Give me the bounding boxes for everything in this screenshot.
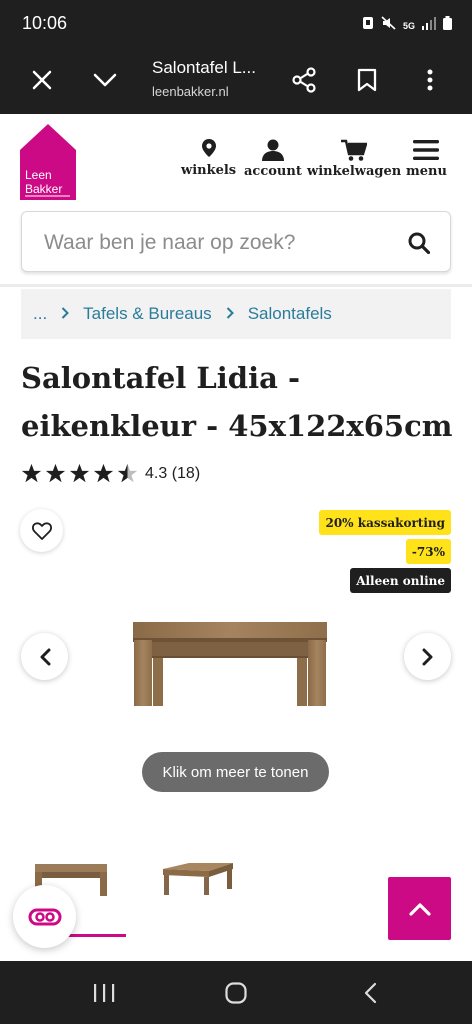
url-domain: leenbakker.nl bbox=[152, 84, 229, 99]
recent-apps-button[interactable] bbox=[89, 979, 119, 1007]
heart-icon bbox=[31, 521, 52, 540]
product-title-line1: Salontafel Lidia - bbox=[21, 361, 301, 395]
nav-menu-label: menu bbox=[406, 164, 447, 179]
search-placeholder: Waar ben je naar op zoek? bbox=[44, 231, 296, 254]
status-bar: 10:06 5G bbox=[0, 0, 472, 46]
leen-bakker-logo[interactable]: Leen Bakker bbox=[20, 124, 76, 200]
notification-icon bbox=[362, 16, 374, 35]
share-button[interactable] bbox=[282, 58, 326, 102]
bookmark-icon bbox=[357, 68, 377, 92]
star-icon bbox=[93, 463, 114, 483]
status-time: 10:06 bbox=[22, 13, 68, 33]
home-icon bbox=[225, 982, 247, 1004]
star-icon bbox=[69, 463, 90, 483]
site-header: Leen Bakker winkels account winkelwagen … bbox=[0, 114, 472, 212]
mute-icon bbox=[381, 16, 396, 35]
logo-text-leen: Leen bbox=[25, 168, 52, 182]
nav-winkelwagen[interactable]: winkelwagen bbox=[307, 139, 401, 179]
nav-winkels[interactable]: winkels bbox=[181, 139, 236, 178]
status-icons: 5G bbox=[362, 16, 452, 35]
logo-text-bakker: Bakker bbox=[25, 182, 62, 196]
carousel-prev-button[interactable] bbox=[21, 633, 68, 680]
online-only-badge: Alleen online bbox=[350, 568, 451, 593]
product-title: Salontafel Lidia - eikenkleur - 45x122x6… bbox=[21, 354, 461, 450]
chat-button[interactable] bbox=[13, 885, 76, 948]
home-button[interactable] bbox=[221, 979, 251, 1007]
chevron-right-icon bbox=[422, 648, 432, 665]
show-more-button[interactable]: Klik om meer te tonen bbox=[142, 752, 329, 792]
carousel-next-button[interactable] bbox=[404, 633, 451, 680]
network-label: 5G bbox=[402, 20, 415, 31]
back-icon bbox=[364, 982, 377, 1004]
nav-account[interactable]: account bbox=[244, 139, 302, 179]
breadcrumb: ... Tafels & Bureaus Salontafels bbox=[21, 289, 451, 339]
nav-account-label: account bbox=[244, 164, 302, 179]
chevron-up-icon bbox=[408, 902, 431, 916]
product-image[interactable] bbox=[131, 620, 329, 708]
user-icon bbox=[261, 139, 284, 161]
hamburger-icon bbox=[413, 140, 440, 160]
battery-icon bbox=[443, 16, 452, 35]
breadcrumb-ellipsis[interactable]: ... bbox=[33, 304, 47, 324]
chevron-right-icon bbox=[61, 304, 70, 324]
header-divider bbox=[0, 284, 472, 287]
signal-icon bbox=[422, 16, 436, 35]
location-pin-icon bbox=[201, 139, 216, 157]
browser-toolbar: Salontafel L... leenbakker.nl bbox=[0, 46, 472, 114]
breadcrumb-tafels-bureaus[interactable]: Tafels & Bureaus bbox=[83, 304, 212, 324]
rating[interactable]: 4.3 (18) bbox=[21, 463, 200, 484]
discount-badge: 20% kassakorting bbox=[319, 510, 451, 535]
star-icon bbox=[21, 463, 42, 483]
page-title-bar: Salontafel L... bbox=[152, 58, 256, 77]
star-half-icon bbox=[117, 463, 138, 483]
close-tab-button[interactable] bbox=[20, 58, 64, 102]
chevron-down-icon bbox=[93, 73, 117, 87]
rating-text: 4.3 (18) bbox=[145, 464, 201, 482]
star-icon bbox=[45, 463, 66, 483]
cart-icon bbox=[341, 139, 368, 161]
scroll-to-top-button[interactable] bbox=[388, 877, 451, 940]
minimize-button[interactable] bbox=[83, 58, 127, 102]
search-icon[interactable] bbox=[408, 232, 431, 259]
search-input[interactable]: Waar ben je naar op zoek? bbox=[21, 211, 451, 272]
back-button[interactable] bbox=[355, 979, 385, 1007]
more-vert-icon bbox=[427, 69, 433, 91]
more-options-button[interactable] bbox=[408, 58, 452, 102]
close-icon bbox=[32, 70, 52, 90]
recent-apps-icon bbox=[94, 984, 115, 1002]
share-icon bbox=[292, 67, 316, 93]
thumbnail-2[interactable] bbox=[161, 861, 235, 902]
chat-icon bbox=[28, 908, 61, 925]
favorite-button[interactable] bbox=[20, 509, 63, 552]
url-block[interactable]: Salontafel L... leenbakker.nl bbox=[152, 58, 256, 99]
product-title-line2: eikenkleur - 45x122x65cm bbox=[21, 409, 453, 443]
chevron-left-icon bbox=[40, 648, 50, 665]
nav-menu[interactable]: menu bbox=[406, 139, 447, 179]
nav-winkelwagen-label: winkelwagen bbox=[307, 164, 402, 179]
breadcrumb-salontafels[interactable]: Salontafels bbox=[248, 304, 332, 324]
chevron-right-icon bbox=[226, 304, 234, 324]
android-navigation-bar bbox=[0, 961, 472, 1024]
nav-winkels-label: winkels bbox=[181, 163, 237, 178]
bookmark-button[interactable] bbox=[345, 58, 389, 102]
percentage-badge: -73% bbox=[405, 539, 451, 564]
